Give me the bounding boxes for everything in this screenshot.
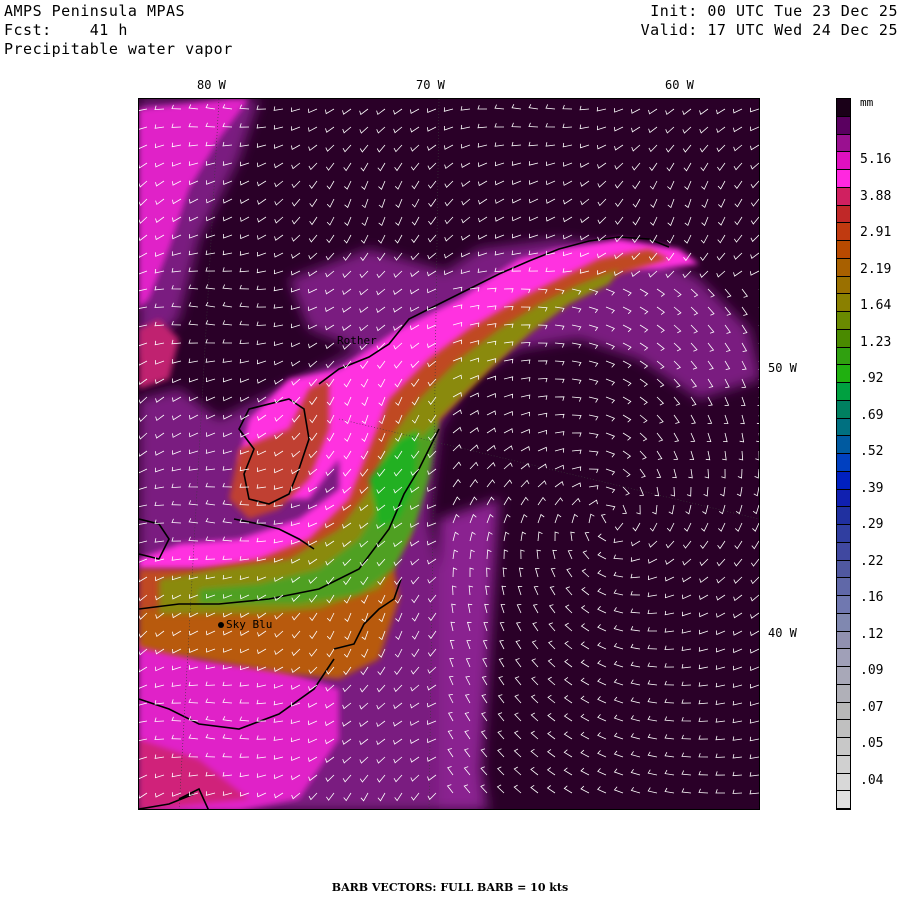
lon-label-80w: 80 W xyxy=(197,78,226,92)
legend-label: .05 xyxy=(860,736,884,751)
legend-label: 2.19 xyxy=(860,261,892,277)
legend-swatch xyxy=(837,205,850,224)
pwv-field-map xyxy=(139,99,759,809)
station-marker-sky-blu xyxy=(218,622,224,628)
legend-swatch xyxy=(837,312,850,330)
legend-swatch xyxy=(837,489,850,508)
legend-swatch xyxy=(837,187,850,206)
legend-swatch xyxy=(837,329,850,348)
legend-label: .04 xyxy=(860,772,884,788)
wind-barb xyxy=(758,307,759,308)
legend-swatch xyxy=(837,241,850,259)
legend-label: .39 xyxy=(860,480,884,496)
legend-swatch xyxy=(837,667,850,685)
legend-label: 3.88 xyxy=(860,188,892,204)
model-title: AMPS Peninsula MPAS xyxy=(4,2,186,20)
legend-swatch xyxy=(837,134,850,153)
legend-swatch xyxy=(837,400,850,419)
legend-label: .22 xyxy=(860,553,884,569)
station-label-rother: Rother xyxy=(337,334,377,347)
legend-swatch xyxy=(837,223,850,241)
map-panel: Rother Sky Blu xyxy=(138,98,760,810)
legend-swatch xyxy=(837,436,850,454)
legend-label: .92 xyxy=(860,371,884,386)
legend-swatch xyxy=(837,471,850,490)
legend-swatch xyxy=(837,418,850,437)
legend-label: 2.91 xyxy=(860,225,892,240)
legend-swatch xyxy=(837,116,850,135)
legend-swatch xyxy=(837,702,850,721)
forecast-hour: Fcst: 41 h xyxy=(4,21,128,39)
legend-label: 5.16 xyxy=(860,152,892,167)
init-time: Init: 00 UTC Tue 23 Dec 25 xyxy=(650,2,898,20)
wind-barb xyxy=(758,325,759,326)
legend-swatch xyxy=(837,755,850,774)
legend-swatch xyxy=(837,773,850,792)
legend-swatch xyxy=(837,596,850,614)
legend-label: .16 xyxy=(860,590,884,605)
color-legend xyxy=(836,98,851,810)
legend-label: .12 xyxy=(860,626,884,642)
legend-unit: mm xyxy=(860,96,874,109)
legend-swatch xyxy=(837,347,850,366)
valid-time: Valid: 17 UTC Wed 24 Dec 25 xyxy=(640,21,898,39)
legend-label: .07 xyxy=(860,699,884,715)
legend-swatch xyxy=(837,454,850,472)
legend-label: 1.23 xyxy=(860,334,892,350)
header-left: AMPS Peninsula MPAS Fcst: 41 h Precipitabl… xyxy=(4,2,233,59)
legend-swatch xyxy=(837,99,850,117)
wind-barb xyxy=(758,289,759,290)
legend-swatch xyxy=(837,507,850,525)
footer-barb-note: BARB VECTORS: FULL BARB = 10 kts xyxy=(331,881,569,894)
legend-swatch xyxy=(837,720,850,738)
legend-swatch xyxy=(837,738,850,756)
legend-swatch xyxy=(837,542,850,561)
legend-label: .09 xyxy=(860,663,884,678)
lon-label-60w: 60 W xyxy=(665,78,694,92)
legend-swatch xyxy=(837,613,850,632)
legend-swatch xyxy=(837,152,850,170)
field-name: Precipitable water vapor xyxy=(4,40,233,58)
lat-label-50w: 50 W xyxy=(768,361,797,375)
legend-label: .69 xyxy=(860,407,884,423)
legend-swatch xyxy=(837,525,850,543)
lat-label-40w: 40 W xyxy=(768,626,797,640)
legend-swatch xyxy=(837,383,850,401)
station-label-sky-blu: Sky Blu xyxy=(226,618,273,631)
legend-swatch xyxy=(837,578,850,596)
legend-swatch xyxy=(837,276,850,295)
legend-swatch xyxy=(837,684,850,703)
legend-label: .52 xyxy=(860,444,884,459)
legend-swatch xyxy=(837,294,850,312)
legend-swatch xyxy=(837,170,850,188)
legend-swatch xyxy=(837,258,850,277)
legend-swatch xyxy=(837,649,850,667)
header-right: Init: 00 UTC Tue 23 Dec 25 Valid: 17 UTC … xyxy=(641,2,898,40)
legend-label: .29 xyxy=(860,517,884,532)
lon-label-70w: 70 W xyxy=(416,78,445,92)
legend-swatch xyxy=(837,365,850,383)
legend-swatch xyxy=(837,791,850,809)
wind-barb xyxy=(758,343,759,344)
legend-label: 1.64 xyxy=(860,298,892,313)
legend-swatch xyxy=(837,560,850,579)
legend-swatch xyxy=(837,631,850,650)
